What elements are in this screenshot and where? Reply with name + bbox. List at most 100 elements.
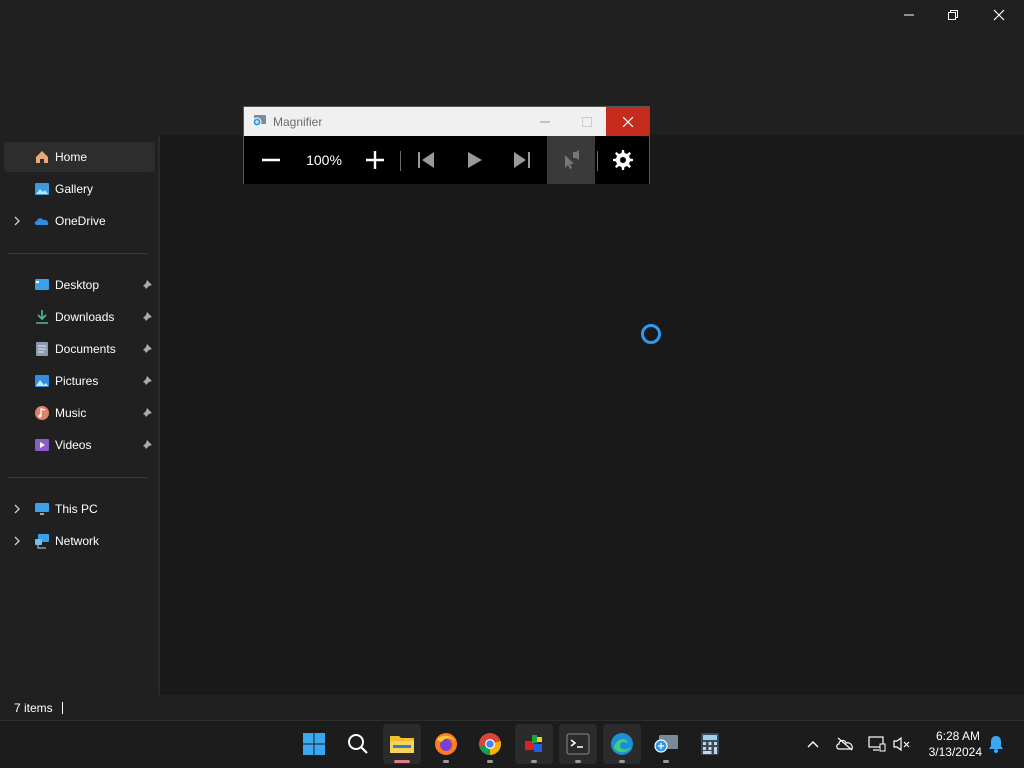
gear-icon [613,150,633,170]
videos-icon [35,439,49,451]
running-indicator [663,760,669,763]
taskbar-magnifier[interactable] [647,724,685,764]
read-next-button[interactable] [502,136,542,184]
sidebar-item-label: Home [55,150,88,164]
magnifier-close-button[interactable] [606,107,649,136]
zoom-out-button[interactable] [252,136,290,184]
taskbar-chrome[interactable] [471,724,509,764]
sidebar-item-label: Videos [55,438,92,452]
sidebar-item-network[interactable]: Network [4,526,155,556]
taskbar-edge[interactable] [603,724,641,764]
taskbar-calculator[interactable] [691,724,729,764]
magnifier-icon [654,735,678,753]
sidebar-item-onedrive[interactable]: OneDrive [4,206,155,236]
pin-icon [142,280,152,290]
running-indicator [443,760,449,763]
windows-logo-icon [303,733,325,755]
gallery-icon [35,183,49,195]
volume-tray-button[interactable] [892,734,912,754]
this-pc-icon [35,503,49,515]
show-hidden-icons-button[interactable] [803,734,823,754]
maximize-icon [582,116,592,127]
play-button[interactable] [454,136,494,184]
read-previous-button[interactable] [406,136,446,184]
sidebar-item-documents[interactable]: Documents [4,334,155,364]
status-bar [0,695,1024,720]
sidebar-divider [8,253,147,254]
minus-icon [262,158,280,162]
edge-icon [611,733,633,755]
expand-chevron-icon[interactable] [12,536,22,546]
network-icon [35,534,49,549]
clock-date[interactable]: 3/13/2024 [920,745,982,759]
pin-icon [142,376,152,386]
read-from-here-button[interactable] [547,136,595,184]
restore-button[interactable] [930,0,976,30]
sidebar-item-label: Documents [55,342,116,356]
pictures-icon [35,375,49,387]
onedrive-tray-button[interactable] [835,734,855,754]
expand-chevron-icon[interactable] [12,504,22,514]
cube-app-icon [525,735,542,752]
sidebar-item-music[interactable]: Music [4,398,155,428]
magnifier-title: Magnifier [273,115,323,129]
running-indicator [394,760,410,763]
close-button[interactable] [976,0,1022,30]
search-button[interactable] [339,724,377,764]
taskbar-file-explorer[interactable] [383,724,421,764]
skip-forward-icon [514,152,530,168]
taskbar-terminal[interactable] [559,724,597,764]
onedrive-offline-icon [836,737,853,751]
home-icon [36,151,48,163]
read-from-pointer-icon [565,150,579,169]
notifications-button[interactable] [986,734,1006,754]
minimize-button[interactable] [886,0,932,30]
ethernet-icon [868,736,886,752]
onedrive-icon [34,218,49,225]
taskbar-firefox[interactable] [427,724,465,764]
expand-chevron-icon[interactable] [12,216,22,226]
music-icon [35,406,49,420]
calculator-icon [701,733,719,755]
sidebar-item-desktop[interactable]: Desktop [4,270,155,300]
pin-icon [142,312,152,322]
sidebar-item-gallery[interactable]: Gallery [4,174,155,204]
taskbar-app-cube[interactable] [515,724,553,764]
chrome-icon [479,733,501,755]
plus-icon [366,151,384,169]
magnifier-app-icon [252,115,266,127]
sidebar-item-label: Pictures [55,374,99,388]
running-indicator [575,760,581,763]
sidebar-item-label: Downloads [55,310,115,324]
network-tray-button[interactable] [867,734,887,754]
running-indicator [619,760,625,763]
firefox-icon [435,733,457,755]
sidebar-divider [8,477,147,478]
sidebar-item-this-pc[interactable]: This PC [4,494,155,524]
sidebar-item-downloads[interactable]: Downloads [4,302,155,332]
volume-muted-icon [893,736,910,752]
documents-icon [36,342,48,356]
restore-icon [948,10,958,20]
start-button[interactable] [295,724,333,764]
clock-time[interactable]: 6:28 AM [922,729,980,743]
sidebar-item-label: Network [55,534,100,548]
terminal-icon [566,733,590,755]
item-count: 7 items [14,701,53,715]
magnifier-titlebar[interactable]: Magnifier [244,107,649,136]
sidebar-item-home[interactable]: Home [4,142,155,172]
sidebar-item-label: Gallery [55,182,94,196]
chevron-up-icon [807,741,819,748]
sidebar-item-pictures[interactable]: Pictures [4,366,155,396]
zoom-in-button[interactable] [356,136,394,184]
skip-back-icon [418,152,434,168]
loading-spinner-icon [641,324,661,344]
sidebar-item-videos[interactable]: Videos [4,430,155,460]
pin-icon [142,408,152,418]
settings-button[interactable] [602,136,644,184]
magnifier-window: Magnifier 100% [243,106,650,184]
magnifier-minimize-button[interactable] [522,107,568,136]
file-list-area[interactable] [160,135,1024,695]
close-icon [622,116,633,127]
running-indicator [531,760,537,763]
